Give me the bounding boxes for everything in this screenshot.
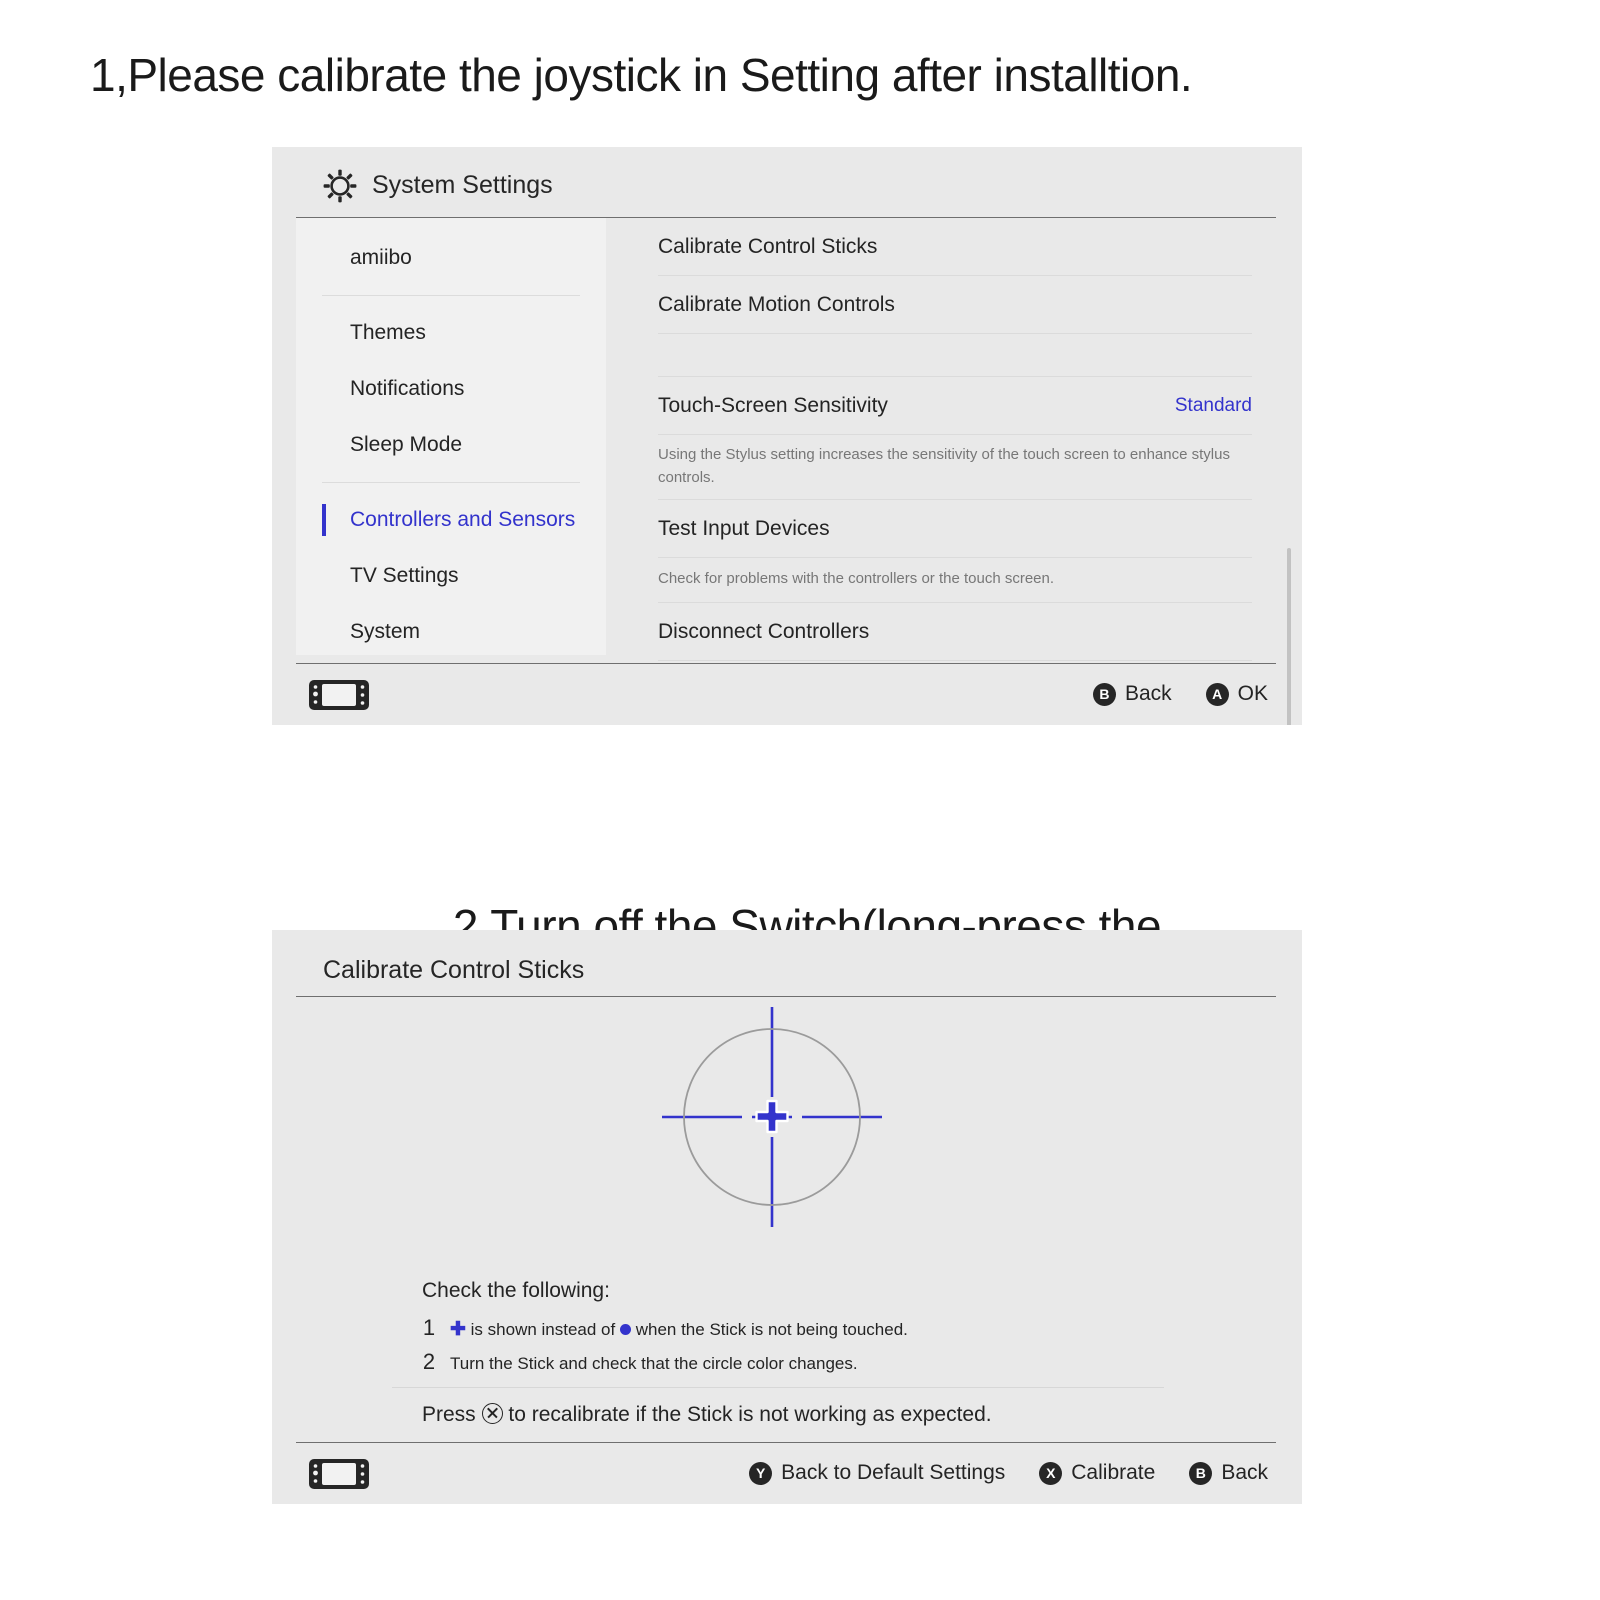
switch-console-icon	[308, 678, 370, 712]
b-button-icon: B	[1189, 1461, 1213, 1485]
footer-action-ok[interactable]: A OK	[1205, 682, 1268, 706]
option-value: Standard	[1174, 395, 1252, 416]
recalibrate-note-after: to recalibrate if the Stick is not worki…	[508, 1403, 992, 1426]
option-label: Disconnect Controllers	[658, 620, 870, 643]
sidebar-item-label: TV Settings	[350, 564, 459, 587]
option-calibrate-control-sticks[interactable]: Calibrate Control Sticks	[658, 218, 1252, 276]
option-description: Using the Stylus setting increases the s…	[658, 435, 1252, 500]
system-settings-screen: System Settings amiibo Themes Notificati…	[272, 147, 1302, 725]
footer-actions: Y Back to Default Settings X Calibrate B…	[749, 1442, 1268, 1504]
sidebar-divider	[322, 482, 580, 483]
sidebar-item-sleep-mode[interactable]: Sleep Mode	[296, 417, 606, 473]
recalibrate-note: Press to recalibrate if the Stick is not…	[422, 1402, 992, 1427]
sidebar-item-system[interactable]: System	[296, 604, 606, 660]
recalibrate-note-before: Press	[422, 1403, 476, 1426]
calibrate-body: Check the following: 1 ✚ is shown instea…	[272, 997, 1302, 1442]
plus-marker-icon: ✚	[450, 1319, 466, 1340]
sidebar-item-themes[interactable]: Themes	[296, 305, 606, 361]
option-label: Calibrate Motion Controls	[658, 293, 895, 316]
step-number: 1	[422, 1315, 436, 1340]
settings-options-list: Calibrate Control Sticks Calibrate Motio…	[606, 218, 1302, 661]
check-following-title: Check the following:	[422, 1279, 610, 1302]
option-disconnect-controllers[interactable]: Disconnect Controllers	[658, 603, 1252, 661]
option-description: Check for problems with the controllers …	[658, 558, 1252, 603]
x-button-icon	[481, 1402, 503, 1424]
footer-action-back[interactable]: B Back	[1189, 1461, 1268, 1485]
check-step-1: 1 ✚ is shown instead of when the Stick i…	[422, 1315, 1182, 1349]
step-text: ✚ is shown instead of when the Stick is …	[450, 1318, 908, 1341]
footer-action-calibrate[interactable]: X Calibrate	[1039, 1461, 1155, 1485]
step-text: Turn the Stick and check that the circle…	[450, 1354, 858, 1373]
list-spacer	[658, 334, 1252, 377]
calibrate-header: Calibrate Control Sticks	[272, 930, 1302, 1002]
option-label: Touch-Screen Sensitivity	[658, 394, 888, 417]
footer-actions: B Back A OK	[1092, 663, 1268, 725]
footer-action-label: Back to Default Settings	[781, 1461, 1006, 1484]
calibrate-divider	[392, 1387, 1164, 1388]
sidebar-item-controllers-and-sensors[interactable]: Controllers and Sensors	[296, 492, 606, 548]
option-touch-screen-sensitivity[interactable]: Touch-Screen Sensitivity Standard	[658, 377, 1252, 435]
footer-action-back[interactable]: B Back	[1092, 682, 1172, 706]
footer-action-label: Calibrate	[1071, 1461, 1156, 1484]
footer-action-label: OK	[1237, 682, 1268, 705]
b-button-icon: B	[1092, 682, 1116, 706]
settings-body: amiibo Themes Notifications Sleep Mode C…	[272, 218, 1302, 725]
settings-header: System Settings	[272, 147, 1302, 219]
step-text-after: when the Stick is not being touched.	[635, 1320, 908, 1339]
stick-calibration-crosshair-icon	[658, 1003, 886, 1231]
sidebar-item-label: System	[350, 620, 421, 643]
option-label: Calibrate Control Sticks	[658, 235, 878, 258]
gear-icon	[323, 169, 357, 203]
x-button-icon: X	[1039, 1461, 1063, 1485]
sidebar-item-notifications[interactable]: Notifications	[296, 361, 606, 417]
calibration-check-steps: 1 ✚ is shown instead of when the Stick i…	[422, 1315, 1182, 1383]
option-calibrate-motion-controls[interactable]: Calibrate Motion Controls	[658, 276, 1252, 334]
page-title: System Settings	[372, 171, 553, 199]
settings-sidebar: amiibo Themes Notifications Sleep Mode C…	[296, 218, 606, 655]
step-text-before: is shown instead of	[470, 1320, 616, 1339]
sidebar-item-label: amiibo	[350, 246, 412, 269]
sidebar-item-tv-settings[interactable]: TV Settings	[296, 548, 606, 604]
step-number: 2	[422, 1349, 436, 1374]
calibrate-control-sticks-screen: Calibrate Control Sticks Check the follo…	[272, 930, 1302, 1504]
sidebar-item-amiibo[interactable]: amiibo	[296, 230, 606, 286]
option-test-input-devices[interactable]: Test Input Devices	[658, 500, 1252, 558]
check-step-2: 2 Turn the Stick and check that the circ…	[422, 1349, 1182, 1383]
option-label: Test Input Devices	[658, 517, 830, 540]
instruction-step-1: 1,Please calibrate the joystick in Setti…	[90, 49, 1193, 101]
switch-console-icon	[308, 1457, 370, 1491]
footer-action-back-to-default-settings[interactable]: Y Back to Default Settings	[749, 1461, 1005, 1485]
y-button-icon: Y	[749, 1461, 773, 1485]
footer-action-label: Back	[1221, 1461, 1268, 1484]
sidebar-item-label: Themes	[350, 321, 426, 344]
calibrate-footer: Y Back to Default Settings X Calibrate B…	[272, 1442, 1302, 1504]
a-button-icon: A	[1205, 682, 1229, 706]
settings-footer: B Back A OK	[272, 663, 1302, 725]
sidebar-item-label: Controllers and Sensors	[350, 508, 576, 531]
dot-marker-icon	[619, 1324, 631, 1336]
sidebar-divider	[322, 295, 580, 296]
page-title: Calibrate Control Sticks	[323, 956, 585, 984]
sidebar-item-label: Sleep Mode	[350, 433, 463, 456]
sidebar-item-label: Notifications	[350, 377, 465, 400]
footer-action-label: Back	[1124, 682, 1172, 705]
